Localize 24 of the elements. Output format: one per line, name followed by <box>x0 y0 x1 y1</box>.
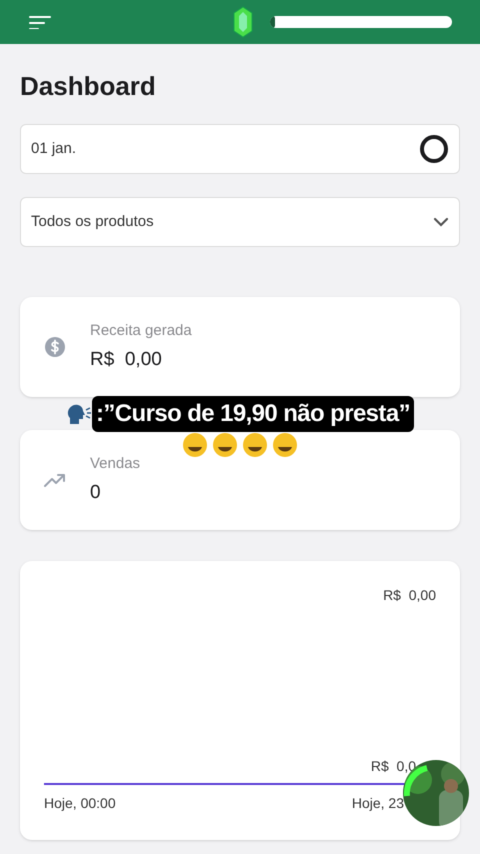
date-value: 01 jan. <box>31 138 78 159</box>
axis-label: Hoje, 23 <box>352 794 404 813</box>
menu-icon[interactable] <box>28 15 52 29</box>
laughing-emoji-icon <box>242 432 268 458</box>
stat-value: 0 <box>90 481 102 505</box>
stat-value: R$ 0,00 <box>90 348 163 372</box>
video-caption: :”Curso de 19,90 não presta” <box>92 396 414 432</box>
stat-label: Receita gerada <box>90 320 192 340</box>
stat-label: Vendas <box>90 454 140 474</box>
trending-up-icon <box>44 473 66 487</box>
select-value: Todos os produtos <box>31 212 155 232</box>
axis-label: R$ 0,00 <box>383 586 436 605</box>
dollar-coin-icon <box>44 336 66 358</box>
page-title: Dashboard <box>20 70 157 103</box>
date-field[interactable]: 01 jan. <box>20 124 460 174</box>
chevron-down-icon <box>433 217 449 227</box>
loading-spinner-icon <box>419 134 449 164</box>
product-select[interactable]: Todos os produtos <box>20 197 460 247</box>
speaking-head-icon <box>66 402 92 426</box>
laughing-emoji-icon <box>182 432 208 458</box>
gem-icon <box>232 6 254 38</box>
laughing-emoji-icon <box>272 432 298 458</box>
axis-label: Hoje, 00:00 <box>44 794 116 813</box>
laughing-emoji-icon <box>212 432 238 458</box>
